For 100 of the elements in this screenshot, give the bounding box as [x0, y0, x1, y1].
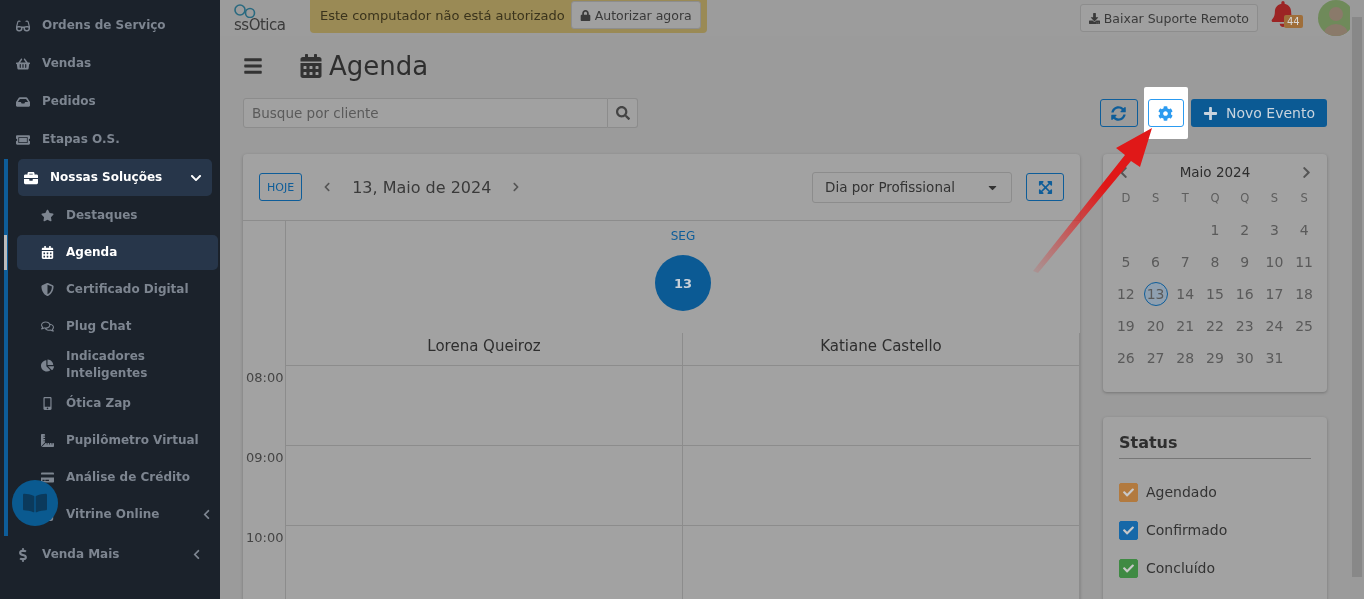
- refresh-icon: [1111, 105, 1127, 121]
- sidebar-item[interactable]: Venda Mais: [10, 536, 212, 573]
- calendar-day[interactable]: 25: [1292, 314, 1317, 338]
- current-date: 13, Maio de 2024: [352, 177, 492, 197]
- calendar-day[interactable]: 13: [1143, 282, 1168, 306]
- alert-text: Este computador não está autorizado: [320, 7, 565, 23]
- weekday-label: S: [1270, 191, 1279, 205]
- book-icon: [23, 491, 47, 515]
- search-button[interactable]: [608, 98, 638, 128]
- settings-icon: [1158, 105, 1174, 121]
- calendar-day[interactable]: 30: [1232, 346, 1257, 370]
- calendar-day[interactable]: 26: [1113, 346, 1138, 370]
- logo-icon: [234, 3, 258, 18]
- calendar-day[interactable]: 27: [1143, 346, 1168, 370]
- calendar-day[interactable]: 12: [1113, 282, 1138, 306]
- calendar-day[interactable]: 29: [1203, 346, 1227, 370]
- sidebar-subitem[interactable]: Indicadores Inteligentes: [17, 346, 218, 384]
- search-icon: [615, 106, 630, 120]
- view-select[interactable]: Dia por Profissional: [812, 171, 1012, 203]
- calendar-day[interactable]: 6: [1143, 250, 1168, 274]
- calendar-day[interactable]: 19: [1113, 314, 1138, 338]
- day-number: 13: [655, 255, 711, 311]
- chevron-left-icon: [322, 182, 333, 192]
- calendar-day[interactable]: 4: [1292, 218, 1317, 242]
- calendar-icon: [299, 54, 323, 78]
- support-button[interactable]: Baixar Suporte Remoto: [1079, 4, 1258, 32]
- calendar-day[interactable]: 11: [1292, 250, 1317, 274]
- month-title: Maio 2024: [1179, 164, 1251, 180]
- calendar-day[interactable]: 23: [1232, 314, 1257, 338]
- calendar-day[interactable]: 10: [1262, 250, 1287, 274]
- calendar-day[interactable]: 5: [1113, 250, 1138, 274]
- calendar-day[interactable]: 9: [1232, 250, 1257, 274]
- sidebar-subitem[interactable]: Pupilômetro Virtual: [17, 423, 218, 458]
- plus-icon: [1203, 105, 1218, 121]
- calendar-day[interactable]: 15: [1203, 282, 1227, 306]
- lock-icon: [579, 9, 591, 21]
- status-checkbox[interactable]: [1119, 558, 1138, 578]
- calendar-day[interactable]: 20: [1143, 314, 1168, 338]
- search-field[interactable]: Busque por cliente: [243, 98, 608, 128]
- calendar-day[interactable]: 14: [1173, 282, 1198, 306]
- notification-count: 44: [1284, 15, 1303, 28]
- sidebar-subitem[interactable]: Agenda: [17, 235, 218, 270]
- calendar-day[interactable]: 22: [1203, 314, 1227, 338]
- weekday-label: Q: [1240, 191, 1250, 205]
- logo: ssOtica: [234, 17, 286, 33]
- notification-button[interactable]: 44: [1270, 1, 1306, 35]
- new-event-button[interactable]: Novo Evento: [1191, 99, 1327, 127]
- sidebar-item[interactable]: Etapas O.S.: [10, 121, 212, 158]
- sidebar-item[interactable]: Ordens de Serviço: [10, 7, 212, 44]
- check-icon: [1123, 486, 1134, 498]
- today-button[interactable]: HOJE: [259, 173, 303, 201]
- sidebar-subitem[interactable]: Destaques: [17, 198, 218, 233]
- sidebar-subitem[interactable]: Análise de Crédito: [17, 460, 218, 495]
- calendar-day[interactable]: 24: [1262, 314, 1287, 338]
- calendar-day[interactable]: 21: [1173, 314, 1198, 338]
- status-checkbox[interactable]: [1119, 482, 1138, 502]
- authorize-button[interactable]: Autorizar agora: [570, 1, 701, 29]
- status-label: Agendado: [1146, 484, 1217, 500]
- weekday-label: SEG: [670, 229, 696, 243]
- check-icon: [1123, 524, 1134, 536]
- sidebar-item[interactable]: Pedidos: [10, 83, 212, 120]
- sidebar-subitem[interactable]: Ótica Zap: [17, 386, 218, 421]
- calendar-day[interactable]: 18: [1292, 282, 1317, 306]
- status-label: Confirmado: [1146, 522, 1228, 538]
- status-label: Concluído: [1146, 560, 1215, 576]
- download-icon: [1088, 12, 1100, 24]
- chevron-left-icon: [191, 549, 202, 560]
- next-month-button[interactable]: [1300, 165, 1313, 179]
- weekday-label: T: [1181, 191, 1189, 205]
- time-label: 08:00: [245, 369, 285, 387]
- expand-icon: [1037, 179, 1053, 195]
- sidebar-item[interactable]: Nossas Soluções: [18, 159, 212, 196]
- calendar-day[interactable]: 17: [1262, 282, 1287, 306]
- status-checkbox[interactable]: [1119, 520, 1138, 540]
- weekday-label: S: [1151, 191, 1160, 205]
- status-title: Status: [1119, 433, 1311, 459]
- calendar-day[interactable]: 1: [1203, 218, 1227, 242]
- calendar-day[interactable]: 8: [1203, 250, 1227, 274]
- sidebar-item[interactable]: Vendas: [10, 45, 212, 82]
- calendar-day[interactable]: 3: [1262, 218, 1287, 242]
- weekday-label: S: [1300, 191, 1308, 205]
- chevron-left-icon: [201, 509, 212, 520]
- calendar-day[interactable]: 7: [1173, 250, 1198, 274]
- fullscreen-button[interactable]: [1026, 173, 1064, 201]
- check-icon: [1123, 562, 1134, 574]
- help-button[interactable]: [12, 480, 58, 526]
- time-label: 10:00: [245, 529, 285, 547]
- page-title: Agenda: [329, 51, 429, 81]
- calendar-day[interactable]: 16: [1232, 282, 1257, 306]
- calendar-day[interactable]: 28: [1173, 346, 1198, 370]
- weekday-label: Q: [1210, 191, 1220, 205]
- calendar-day[interactable]: 2: [1232, 218, 1257, 242]
- professional-name: Katiane Castello: [683, 333, 1079, 366]
- refresh-button[interactable]: [1100, 99, 1138, 127]
- weekday-label: D: [1121, 191, 1131, 205]
- professional-name: Lorena Queiroz: [286, 333, 682, 366]
- calendar-day[interactable]: 31: [1262, 346, 1287, 370]
- sidebar-subitem[interactable]: Certificado Digital: [17, 272, 218, 307]
- settings-button[interactable]: [1148, 99, 1184, 127]
- sidebar-subitem[interactable]: Plug Chat: [17, 309, 218, 344]
